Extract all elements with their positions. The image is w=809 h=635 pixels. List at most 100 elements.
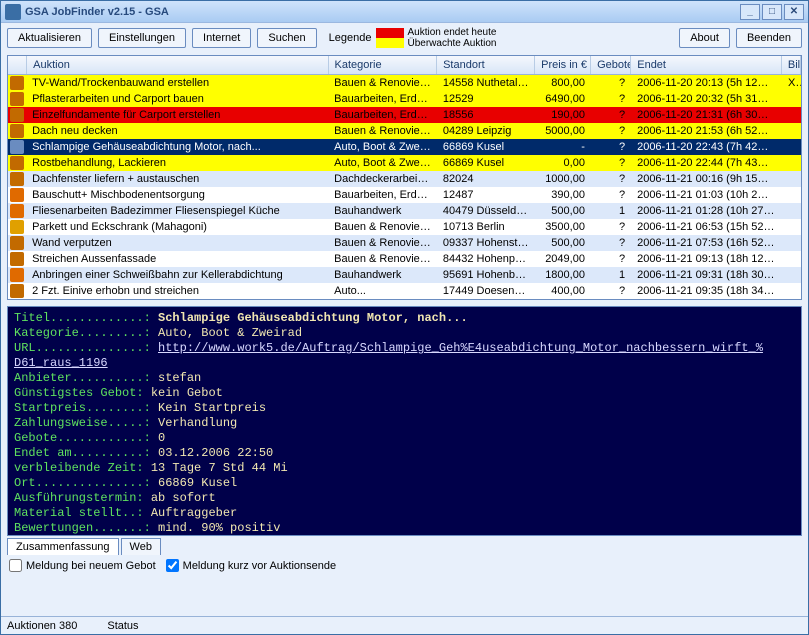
cell-endet: 2006-11-21 00:16 (9h 15min) xyxy=(631,173,782,185)
table-row[interactable]: Bauschutt+ MischbodenentsorgungBauarbeit… xyxy=(8,187,801,203)
table-row[interactable]: TV-Wand/Trockenbauwand erstellenBauen & … xyxy=(8,75,801,91)
row-icon xyxy=(10,156,24,170)
table-row[interactable]: Fliesenarbeiten Badezimmer Fliesenspiege… xyxy=(8,203,801,219)
cell-endet: 2006-11-21 09:31 (18h 30m... xyxy=(631,269,782,281)
cell-kategorie: Bauhandwerk xyxy=(328,269,437,281)
detail-url[interactable]: http://www.work5.de/Auftrag/Schlampige_G… xyxy=(158,341,763,356)
cell-kategorie: Bauarbeiten, Erdarb... xyxy=(328,189,437,201)
table-row[interactable]: Dachfenster liefern + austauschenDachdec… xyxy=(8,171,801,187)
cell-gebote: ? xyxy=(591,285,631,297)
cell-kategorie: Auto... xyxy=(328,285,437,297)
row-icon xyxy=(10,108,24,122)
cell-standort: 40479 Düsseldorf xyxy=(437,205,535,217)
exit-button[interactable]: Beenden xyxy=(736,28,802,48)
table-row[interactable]: Streichen AussenfassadeBauen & Renoviere… xyxy=(8,251,801,267)
cell-preis: 6490,00 xyxy=(535,93,591,105)
legend-swatch xyxy=(376,28,404,48)
cell-auktion: 2 Fzt. Einive erhobn und streichen xyxy=(26,285,328,297)
col-gebote[interactable]: Gebote xyxy=(591,56,631,74)
tab-web[interactable]: Web xyxy=(121,538,161,555)
cell-standort: 84432 Hohenpoldi... xyxy=(437,253,535,265)
col-standort[interactable]: Standort xyxy=(437,56,535,74)
cell-standort: 66869 Kusel xyxy=(437,157,535,169)
cell-endet: 2006-11-20 21:53 (6h 52min) xyxy=(631,125,782,137)
table-row[interactable]: Schlampige Gehäuseabdichtung Motor, nach… xyxy=(8,139,801,155)
check-shortly-label[interactable]: Meldung kurz vor Auktionsende xyxy=(166,559,336,572)
cell-gebote: ? xyxy=(591,173,631,185)
table-row[interactable]: Anbringen einer Schweißbahn zur Kellerab… xyxy=(8,267,801,283)
tab-summary[interactable]: Zusammenfassung xyxy=(7,538,119,555)
internet-button[interactable]: Internet xyxy=(192,28,251,48)
titlebar: GSA JobFinder v2.15 - GSA _ □ ✕ xyxy=(1,1,808,23)
detail-url2[interactable]: D61_raus_1196 xyxy=(14,356,108,371)
table-row[interactable]: Wand verputzenBauen & Renovieren09337 Ho… xyxy=(8,235,801,251)
col-preis[interactable]: Preis in € xyxy=(535,56,591,74)
cell-auktion: Rostbehandlung, Lackieren xyxy=(26,157,328,169)
cell-standort: 12529 xyxy=(437,93,535,105)
cell-auktion: Wand verputzen xyxy=(26,237,328,249)
cell-kategorie: Bauen & Renovieren xyxy=(328,253,437,265)
check-shortly[interactable] xyxy=(166,559,179,572)
cell-kategorie: Bauen & Renovieren xyxy=(328,237,437,249)
row-icon xyxy=(10,92,24,106)
cell-gebote: ? xyxy=(591,141,631,153)
options-bar: Meldung bei neuem Gebot Meldung kurz vor… xyxy=(9,559,800,572)
cell-gebote: ? xyxy=(591,221,631,233)
row-icon xyxy=(10,220,24,234)
cell-gebote: ? xyxy=(591,125,631,137)
table-row[interactable]: Dach neu deckenBauen & Renovieren04289 L… xyxy=(8,123,801,139)
row-icon xyxy=(10,284,24,298)
col-bild[interactable]: Bild xyxy=(782,56,801,74)
window-title: GSA JobFinder v2.15 - GSA xyxy=(25,6,169,18)
legend: Legende Auktion endet heute Überwachte A… xyxy=(329,27,497,49)
about-button[interactable]: About xyxy=(679,28,730,48)
cell-auktion: Bauschutt+ Mischbodenentsorgung xyxy=(26,189,328,201)
cell-gebote: 1 xyxy=(591,269,631,281)
cell-preis: 5000,00 xyxy=(535,125,591,137)
cell-standort: 18556 xyxy=(437,109,535,121)
table-row[interactable]: Pflasterarbeiten und Carport bauenBauarb… xyxy=(8,91,801,107)
cell-auktion: Streichen Aussenfassade xyxy=(26,253,328,265)
cell-endet: 2006-11-21 09:35 (18h 34m... xyxy=(631,285,782,297)
detail-pane[interactable]: Titel.............: Schlampige Gehäuseab… xyxy=(7,306,802,536)
col-auktion[interactable]: Auktion xyxy=(27,56,328,74)
cell-endet: 2006-11-21 09:13 (18h 12m... xyxy=(631,253,782,265)
table-header: Auktion Kategorie Standort Preis in € Ge… xyxy=(8,56,801,75)
cell-gebote: 1 xyxy=(591,205,631,217)
cell-standort: 04289 Leipzig xyxy=(437,125,535,137)
col-endet[interactable]: Endet xyxy=(631,56,782,74)
minimize-button[interactable]: _ xyxy=(740,4,760,20)
cell-standort: 09337 Hohenstein... xyxy=(437,237,535,249)
auction-table: Auktion Kategorie Standort Preis in € Ge… xyxy=(7,55,802,300)
settings-button[interactable]: Einstellungen xyxy=(98,28,186,48)
row-icon xyxy=(10,204,24,218)
cell-endet: 2006-11-21 01:28 (10h 27m... xyxy=(631,205,782,217)
table-row[interactable]: Rostbehandlung, LackierenAuto, Boot & Zw… xyxy=(8,155,801,171)
main-window: GSA JobFinder v2.15 - GSA _ □ ✕ Aktualis… xyxy=(0,0,809,635)
refresh-button[interactable]: Aktualisieren xyxy=(7,28,92,48)
legend-line1: Auktion endet heute xyxy=(408,27,497,38)
cell-endet: 2006-11-20 20:13 (5h 12min) xyxy=(631,77,782,89)
search-button[interactable]: Suchen xyxy=(257,28,316,48)
cell-preis: 1000,00 xyxy=(535,173,591,185)
cell-auktion: Schlampige Gehäuseabdichtung Motor, nach… xyxy=(26,141,328,153)
cell-kategorie: Auto, Boot & Zweirad xyxy=(328,141,437,153)
check-newbid[interactable] xyxy=(9,559,22,572)
status-label: Status xyxy=(107,620,138,632)
table-body[interactable]: TV-Wand/Trockenbauwand erstellenBauen & … xyxy=(8,75,801,299)
cell-auktion: Anbringen einer Schweißbahn zur Kellerab… xyxy=(26,269,328,281)
cell-gebote: ? xyxy=(591,189,631,201)
table-row[interactable]: Parkett und Eckschrank (Mahagoni)Bauen &… xyxy=(8,219,801,235)
legend-label: Legende xyxy=(329,32,372,44)
cell-preis: 390,00 xyxy=(535,189,591,201)
check-newbid-label[interactable]: Meldung bei neuem Gebot xyxy=(9,559,156,572)
cell-endet: 2006-11-21 06:53 (15h 52m... xyxy=(631,221,782,233)
maximize-button[interactable]: □ xyxy=(762,4,782,20)
cell-preis: 1800,00 xyxy=(535,269,591,281)
table-row[interactable]: Einzelfundamente für Carport erstellenBa… xyxy=(8,107,801,123)
app-icon xyxy=(5,4,21,20)
col-kategorie[interactable]: Kategorie xyxy=(329,56,438,74)
table-row[interactable]: 2 Fzt. Einive erhobn und streichenAuto..… xyxy=(8,283,801,299)
toolbar: Aktualisieren Einstellungen Internet Suc… xyxy=(1,23,808,53)
close-button[interactable]: ✕ xyxy=(784,4,804,20)
